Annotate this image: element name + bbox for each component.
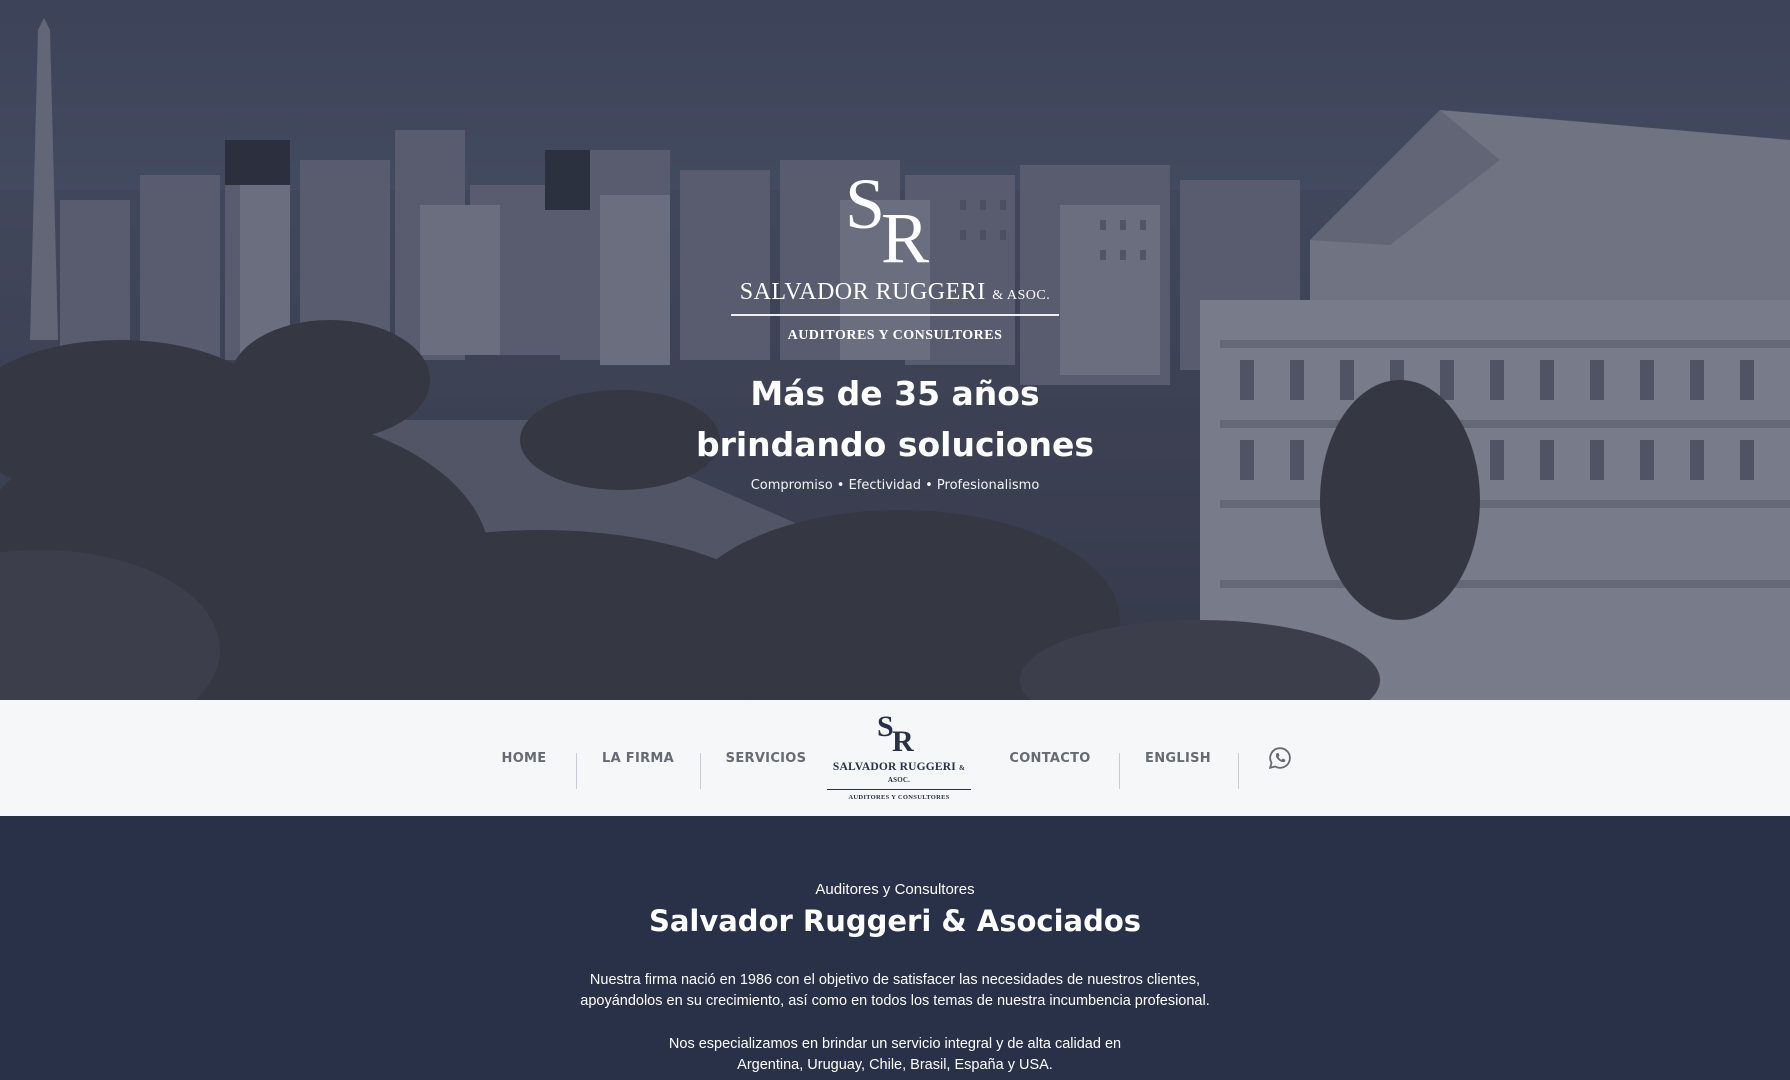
about-kicker: Auditores y Consultores xyxy=(815,881,975,898)
hero-firm-name-text: SALVADOR RUGGERI xyxy=(739,279,986,305)
about-paragraph-1-line-2: apoyándolos en su crecimiento, así como … xyxy=(580,993,1210,1009)
nav-contacto-link[interactable]: CONTACTO xyxy=(1000,700,1100,816)
about-heading: Salvador Ruggeri & Asociados xyxy=(648,904,1142,938)
hero-logo-mark: S R xyxy=(845,170,929,270)
about-paragraph-2-line-1: Nos especializamos en brindar un servici… xyxy=(668,1036,1122,1052)
hero-tagline: Compromiso • Efectividad • Profesionalis… xyxy=(750,478,1040,493)
hero-headline: Más de 35 años brindando soluciones xyxy=(0,368,1790,470)
nav-logo-name-text: SALVADOR RUGGERI xyxy=(832,761,956,773)
nav-logo-r: R xyxy=(892,725,914,754)
hero-headline-line2: brindando soluciones xyxy=(695,425,1095,464)
hero-logo-s: S xyxy=(845,170,885,244)
nav-home-link[interactable]: HOME xyxy=(488,700,560,816)
hero-firm-name: SALVADOR RUGGERI & ASOC. xyxy=(0,279,1790,306)
about-section: Auditores y Consultores Salvador Ruggeri… xyxy=(0,816,1790,1080)
nav-logo-subtitle: AUDITORES Y CONSULTORES xyxy=(848,794,950,801)
hero-logo-r: R xyxy=(881,198,929,270)
hero-logo-divider xyxy=(731,314,1059,316)
nav-logo-mark: S R xyxy=(877,710,914,758)
nav-divider xyxy=(1119,753,1120,789)
whatsapp-icon xyxy=(1268,747,1291,770)
nav-servicios-link[interactable]: SERVICIOS xyxy=(716,700,816,816)
nav-divider xyxy=(576,753,577,789)
nav-la-firma-link[interactable]: LA FIRMA xyxy=(592,700,684,816)
hero-firm-suffix: & ASOC. xyxy=(992,288,1051,303)
hero-section: S R SALVADOR RUGGERI & ASOC. AUDITORES Y… xyxy=(0,0,1790,700)
about-paragraph-1-line-1: Nuestra firma nació en 1986 con el objet… xyxy=(589,972,1201,988)
hero-content: S R SALVADOR RUGGERI & ASOC. AUDITORES Y… xyxy=(0,170,1790,493)
main-navbar: HOME LA FIRMA SERVICIOS S R SALVADOR RUG… xyxy=(0,700,1790,816)
about-paragraph-2: Nos especializamos en brindar un servici… xyxy=(0,1034,1790,1076)
nav-logo-name: SALVADOR RUGGERI & ASOC. xyxy=(825,761,973,785)
about-paragraph-2-line-2: Argentina, Uruguay, Chile, Brasil, Españ… xyxy=(737,1057,1053,1073)
nav-logo[interactable]: S R SALVADOR RUGGERI & ASOC. AUDITORES Y… xyxy=(825,710,973,804)
nav-divider xyxy=(700,753,701,789)
nav-divider xyxy=(1238,753,1239,789)
hero-firm-subtitle: AUDITORES Y CONSULTORES xyxy=(787,328,1003,343)
nav-logo-divider xyxy=(827,789,971,790)
whatsapp-link[interactable] xyxy=(1264,700,1296,816)
about-paragraph-1: Nuestra firma nació en 1986 con el objet… xyxy=(0,970,1790,1012)
hero-headline-line1: Más de 35 años xyxy=(750,374,1040,413)
nav-english-link[interactable]: ENGLISH xyxy=(1136,700,1220,816)
